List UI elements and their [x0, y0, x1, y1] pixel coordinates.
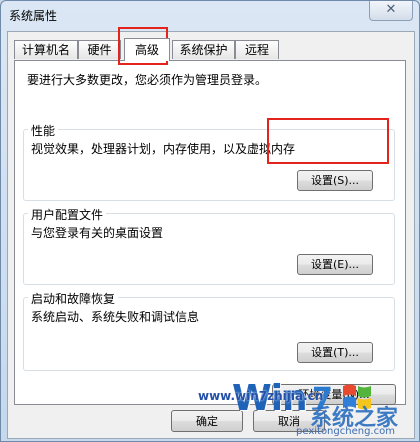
performance-group: 性能 视觉效果，处理器计划，内存使用，以及虚拟内存 设置(S)... [23, 122, 395, 201]
user-profiles-settings-button[interactable]: 设置(E)... [297, 254, 373, 275]
dialog-body: 计算机名 硬件 高级 系统保护 远程 要进行大多数更改，您必须作为管理员登录。 … [7, 31, 415, 439]
tab-computer-name[interactable]: 计算机名 [14, 40, 78, 59]
performance-title: 性能 [28, 122, 59, 139]
windows-logo-icon [343, 384, 371, 410]
performance-settings-button[interactable]: 设置(S)... [297, 170, 373, 191]
tab-remote[interactable]: 远程 [235, 40, 279, 59]
startup-recovery-settings-button[interactable]: 设置(T)... [297, 342, 373, 363]
performance-description: 视觉效果，处理器计划，内存使用，以及虚拟内存 [31, 142, 296, 156]
title-bar[interactable]: 系统属性 ✕ [1, 1, 419, 31]
system-properties-window: 系统属性 ✕ 计算机名 硬件 高级 系统保护 远程 要进行大多数更改，您必须作为… [0, 0, 420, 442]
startup-recovery-group: 启动和故障恢复 系统启动、系统失败和调试信息 设置(T)... [23, 290, 395, 371]
tab-advanced[interactable]: 高级 [124, 38, 170, 61]
environment-variables-button[interactable]: 环境变量(N)... [272, 384, 396, 405]
user-profiles-description: 与您登录有关的桌面设置 [31, 226, 164, 240]
user-profiles-group: 用户配置文件 与您登录有关的桌面设置 设置(E)... [23, 206, 395, 285]
close-icon: ✕ [385, 2, 397, 17]
close-button[interactable]: ✕ [369, 1, 413, 21]
tab-system-protection[interactable]: 系统保护 [172, 40, 235, 59]
window-title: 系统属性 [9, 9, 58, 23]
user-profiles-title: 用户配置文件 [28, 206, 107, 223]
tab-hardware[interactable]: 硬件 [78, 40, 121, 59]
advanced-tab-panel: 要进行大多数更改，您必须作为管理员登录。 性能 视觉效果，处理器计划，内存使用，… [14, 60, 406, 405]
startup-recovery-description: 系统启动、系统失败和调试信息 [31, 310, 200, 324]
cancel-button[interactable]: 取消 [253, 410, 325, 432]
admin-note: 要进行大多数更改，您必须作为管理员登录。 [27, 73, 268, 87]
startup-recovery-title: 启动和故障恢复 [28, 290, 119, 307]
ok-button[interactable]: 确定 [171, 410, 243, 432]
